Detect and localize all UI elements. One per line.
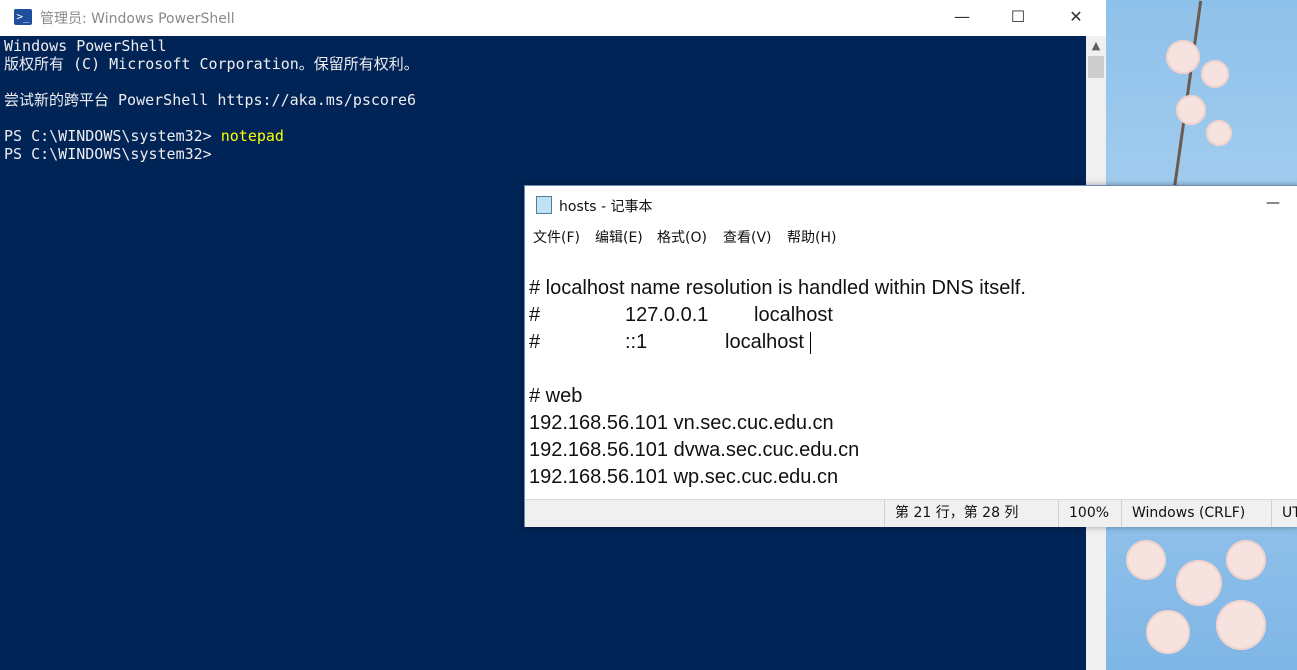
status-encoding: UT — [1271, 500, 1297, 527]
close-button[interactable]: ✕ — [1046, 0, 1106, 34]
powershell-icon: >_ — [14, 9, 32, 25]
text-line: 192.168.56.101 vn.sec.cuc.edu.cn — [529, 412, 834, 434]
wallpaper-blossom — [1166, 40, 1200, 74]
menu-help[interactable]: 帮助(H) — [787, 227, 836, 247]
notepad-icon — [536, 196, 552, 214]
text-line: localhost — [725, 331, 804, 353]
status-bar: 第 21 行，第 28 列 100% Windows (CRLF) UT — [525, 499, 1297, 527]
text-line: 192.168.56.101 dvwa.sec.cuc.edu.cn — [529, 439, 860, 461]
window-title: 管理员: Windows PowerShell — [40, 11, 235, 27]
console-prompt: PS C:\WINDOWS\system32> — [4, 127, 221, 145]
text-line: # — [529, 304, 541, 326]
wallpaper-blossom — [1226, 540, 1266, 580]
console-line: Windows PowerShell — [4, 37, 167, 55]
scroll-up-arrow-icon[interactable]: ▲ — [1086, 36, 1106, 56]
wallpaper-blossom — [1216, 600, 1266, 650]
text-caret — [810, 332, 811, 354]
text-line: # web — [529, 385, 583, 407]
menu-view[interactable]: 查看(V) — [723, 227, 772, 247]
wallpaper-blossom — [1146, 610, 1190, 654]
text-line: 192.168.56.101 wp.sec.cuc.edu.cn — [529, 466, 839, 488]
powershell-titlebar[interactable]: >_ 管理员: Windows PowerShell — ☐ ✕ — [0, 0, 1106, 36]
scrollbar-thumb[interactable] — [1088, 56, 1104, 78]
console-command: notepad — [220, 127, 284, 145]
menu-format[interactable]: 格式(O) — [657, 227, 707, 247]
console-prompt: PS C:\WINDOWS\system32> — [4, 145, 221, 163]
console-line: PS C:\WINDOWS\system32> notepad — [4, 127, 284, 145]
window-title: hosts - 记事本 — [559, 199, 653, 215]
text-editor[interactable]: # localhost name resolution is handled w… — [525, 248, 1297, 498]
notepad-window[interactable]: hosts - 记事本 — 文件(F) 编辑(E) 格式(O) 查看(V) 帮助… — [524, 185, 1297, 527]
status-position: 第 21 行，第 28 列 — [884, 500, 1058, 527]
menu-edit[interactable]: 编辑(E) — [595, 227, 643, 247]
wallpaper-blossom — [1176, 560, 1222, 606]
text-line: ::1 — [625, 331, 648, 353]
menu-file[interactable]: 文件(F) — [533, 227, 580, 247]
text-line: # — [529, 331, 541, 353]
maximize-button[interactable]: ☐ — [988, 0, 1048, 34]
console-line: 版权所有 (C) Microsoft Corporation。保留所有权利。 — [4, 55, 419, 73]
minimize-button[interactable]: — — [932, 0, 992, 34]
status-zoom: 100% — [1058, 500, 1121, 527]
text-line: localhost — [754, 304, 833, 326]
wallpaper-blossom — [1126, 540, 1166, 580]
console-line: 尝试新的跨平台 PowerShell https://aka.ms/pscore… — [4, 91, 417, 109]
wallpaper-blossom — [1201, 60, 1229, 88]
notepad-titlebar[interactable]: hosts - 记事本 — — [525, 186, 1297, 222]
wallpaper-blossom — [1206, 120, 1232, 146]
text-line: 127.0.0.1 — [625, 304, 709, 326]
text-line: # localhost name resolution is handled w… — [529, 277, 1026, 299]
minimize-button[interactable]: — — [1253, 188, 1293, 218]
status-line-ending: Windows (CRLF) — [1121, 500, 1271, 527]
wallpaper-blossom — [1176, 95, 1206, 125]
menu-bar: 文件(F) 编辑(E) 格式(O) 查看(V) 帮助(H) — [525, 223, 1297, 247]
